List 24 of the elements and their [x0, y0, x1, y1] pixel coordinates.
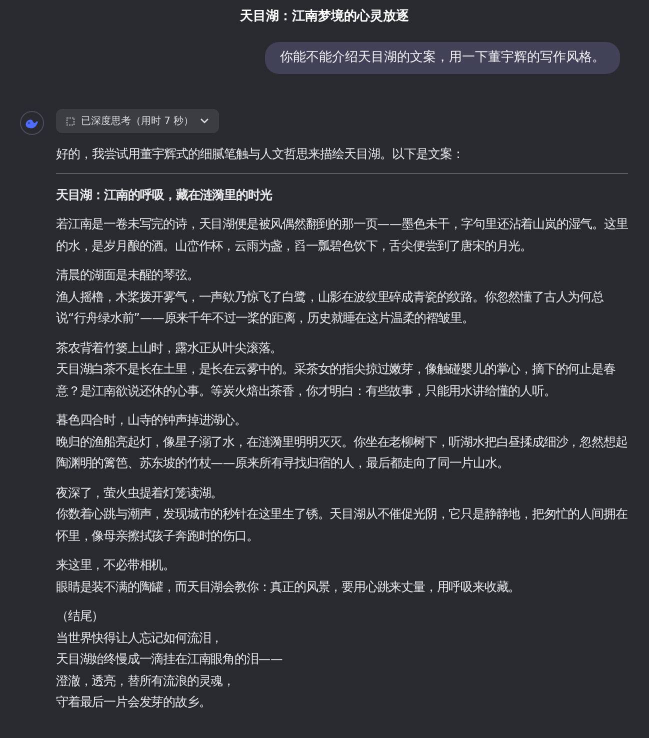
- paragraph-line: 当世界快得让人忘记如何流泪，: [56, 630, 224, 646]
- whale-icon: [25, 117, 39, 129]
- paragraph-line: 澄澈，透亮，替所有流浪的灵魂，: [56, 672, 236, 690]
- paragraph-line: 夜深了，萤火虫提着灯笼读湖。: [56, 484, 224, 502]
- paragraph-line: 渔人摇橹，木桨拨开雾气，一声欸乃惊飞了白鹭，山影在波纹里碎成青瓷的纹路。你忽然懂了古人为何总说“行舟绿水前”——原来千年不过一桨的距离，历史就睡在这片温柔的褶皱里。: [56, 288, 604, 327]
- paragraph-line: 眼睛是装不满的陶罐，而天目湖会教你：真正的风景，要用心跳来丈量，用呼吸来收藏。: [56, 578, 522, 596]
- thinking-label: 已深度思考（用时 7 秒）: [81, 114, 194, 128]
- paragraph-line: 天目湖始终慢成一滴挂在江南眼角的泪——: [56, 651, 284, 668]
- paragraph-line: 你数着心跳与潮声，发现城市的秒针在这里生了锈。天目湖从不催促光阴，它只是静静地，把匆忙的人间拥在怀里，像母亲擦拭孩子奔跑时的伤口。: [56, 506, 628, 544]
- chevron-icon: [200, 118, 209, 124]
- chat-title: 天目湖：江南梦境的心灵放逐: [240, 8, 409, 26]
- paragraph-line: 茶农背着竹篓上山时，露水正从叶尖滚落。: [56, 340, 284, 356]
- paragraph-line: （结尾）: [56, 608, 105, 625]
- thinking-toggle[interactable]: 已深度思考（用时 7 秒）: [56, 109, 219, 133]
- article-title: 天目湖：江南的呼吸，藏在涟漪里的时光: [56, 187, 274, 204]
- paragraph-line: 若江南是一卷未写完的诗，天目湖便是被风偶然翻到的那一页——墨色未干，字句里还沾着山岚的湿气。这里的水，是岁月酿的酒。山峦作杯，云雨为盏，舀一瓢碧色饮下，舌尖便尝到了唐宋的月光。: [56, 216, 628, 254]
- paragraph-line: 晚归的渔船亮起灯，像星子溺了水，在涟漪里明明灭灭。你坐在老柳树下，听湖水把白昼揉成细沙，忽然想起陶渊明的篱笆、苏东坡的竹杖——原来所有寻找归宿的人，最后都走向了同一片山水。: [56, 434, 628, 472]
- user-message: 你能不能介绍天目湖的文案，用一下董宇辉的写作风格。: [265, 42, 620, 74]
- reply-intro: 好的，我尝试用董宇辉式的细腻笔触与人文哲思来描绘天目湖。以下是文案：: [56, 146, 465, 163]
- paragraph-line: 清晨的湖面是未醒的琴弦。: [56, 267, 200, 284]
- paragraph-line: 守着最后一片会发芽的故乡。: [56, 694, 212, 711]
- paragraph-line: 来这里，不必带相机。: [56, 557, 176, 574]
- paragraph-line: 暮色四合时，山寺的钟声掉进湖心。: [56, 412, 248, 429]
- paragraph-line: 天目湖白茶不是长在土里，是长在云雾中的。采茶女的指尖掠过嫩芽，像触碰婴儿的掌心，摘下的何止是春意？是江南欲说还休的心事。等炭火焙出茶香，你才明白：有些故事，只能用水讲给懂的人听。: [56, 361, 616, 400]
